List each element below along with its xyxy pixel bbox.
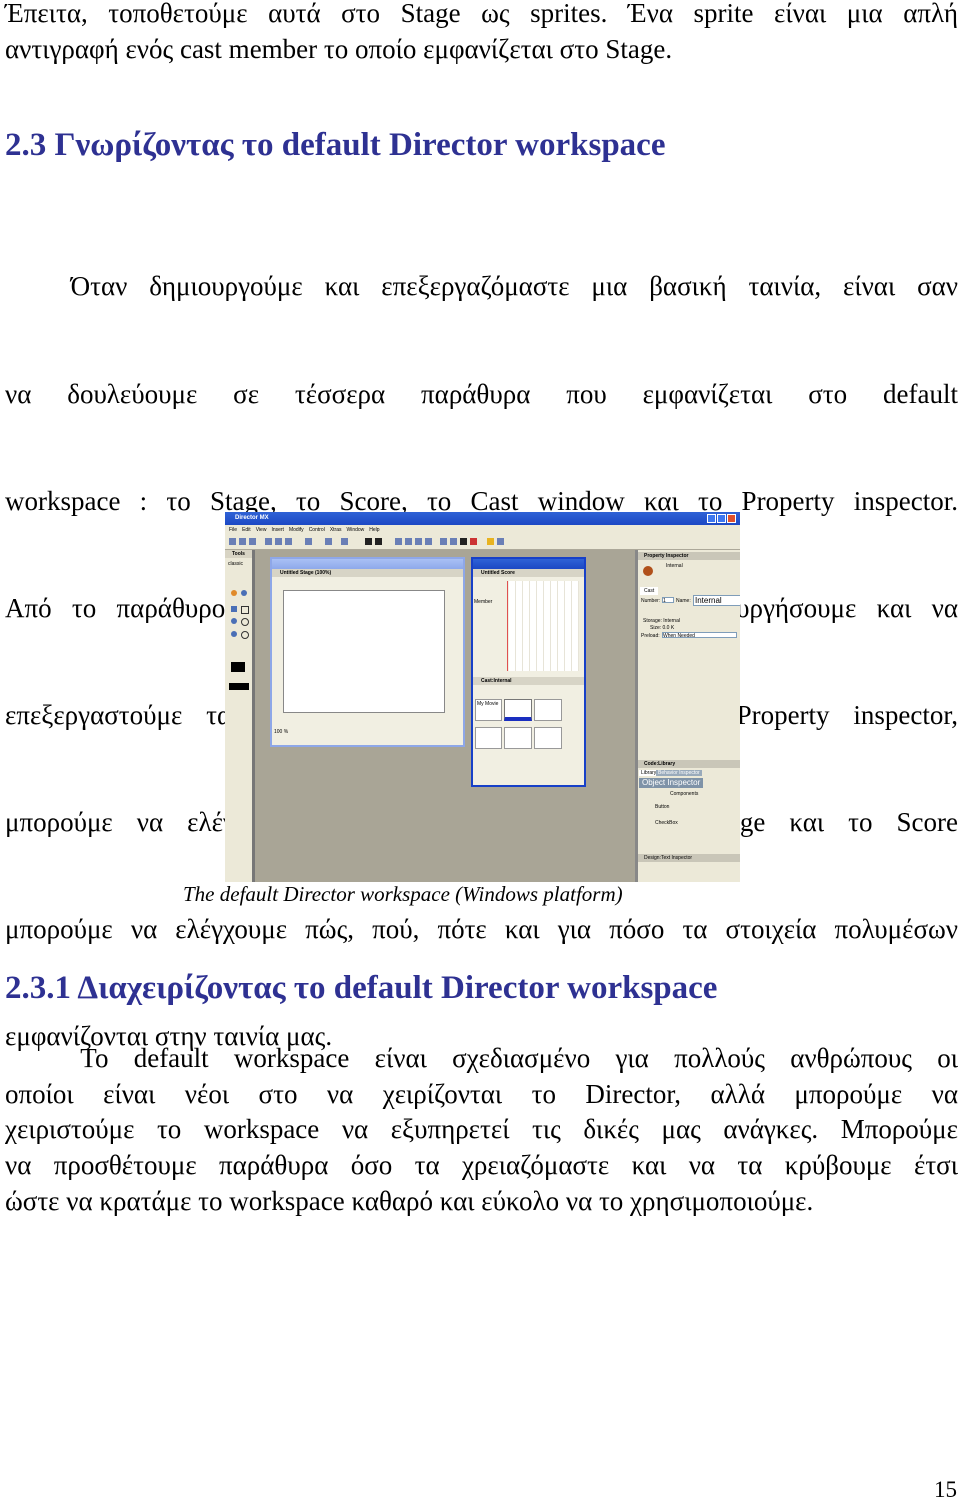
cast-member [534,699,562,721]
library-item: Button [655,804,670,810]
cast-title: Cast:Internal [473,677,584,685]
property-inspector-panel: Property Inspector Internal Cast Number:… [635,550,740,882]
cast-member [475,727,502,749]
code-library-tab: Object Inspector [639,778,704,788]
menu-item: Xtras [329,527,342,533]
text-line: Όταν δημιουργούμε και επεξεργαζόμαστε μι… [5,271,958,302]
text-line: Έπειτα, τοποθετούμε αυτά στο Stage ως sp… [5,0,958,28]
text-line: οποίοι είναι νέοι στο να χειρίζονται το … [5,1078,958,1109]
app-title-bar: Director MX [225,512,740,525]
pi-label: Number: [641,598,661,604]
menu-item: Insert [271,527,284,533]
pi-tab-cast: Cast [640,587,659,595]
toolbar [225,534,740,550]
pi-size: Size: 0.0 K [650,625,675,631]
text-line: ώστε να κρατάμε το workspace καθαρό και … [5,1185,814,1216]
text-line: Το default workspace είναι σχεδιασμένο γ… [5,1043,958,1073]
close-icon [727,514,736,523]
menu-item: Modify [288,527,304,533]
tools-mode: classic [228,561,244,567]
menu-item: Edit [242,527,251,533]
text-line: μπορούμε να ελέγχουμε πώς, πού, πότε και… [5,914,958,945]
app-title: Director MX [235,515,269,521]
text-line: αντιγραφή ενός cast member το οποίο εμφα… [5,33,673,64]
menu-item: Help [369,527,380,533]
window-controls [706,514,738,523]
cast-member [504,699,532,721]
stage-canvas [283,590,445,713]
text-line: χειριστούμε το workspace να εξυπηρετεί τ… [5,1114,958,1145]
cast-member [534,727,562,749]
page-number: 15 [934,1477,957,1502]
tools-title: Tools [225,550,252,558]
menu-item: Window [346,527,365,533]
menu-item: File [229,527,238,533]
stage-window: Untitled Stage (100%) 100 % [270,557,465,747]
pi-subtitle: Internal [666,563,683,569]
library-item: CheckBox [655,820,678,826]
pi-label: Name: [676,598,691,604]
score-channel: Member [474,599,493,605]
cast-member [504,727,532,749]
tools-panel: Tools classic [225,550,255,882]
subsection-paragraph: Το default workspace είναι σχεδιασμένο γ… [5,1041,958,1220]
pi-label: Preload: [641,633,660,639]
code-library-tab: Behavior Inspector [656,770,702,776]
subsection-heading: 2.3.1 Διαχειρίζοντας το default Director… [5,970,718,1006]
score-cast-window: Untitled Score Member Cast:Internal My M… [471,557,586,787]
intro-paragraph: Έπειτα, τοποθετούμε αυτά στο Stage ως sp… [5,0,958,67]
design-panel-title: Design:Text Inspector [638,854,740,862]
cast-member: My Movie [475,699,502,721]
pi-storage: Storage: Internal [643,618,680,624]
score-title: Untitled Score [473,569,584,577]
text-line: να προσθέτουμε παράθυρα όσο τα χρειαζόμα… [5,1150,958,1181]
pi-preload-select: When Needed [662,632,737,639]
menu-bar: File Edit View Insert Modify Control Xtras Wind… [225,525,740,534]
pi-number-field: 1 [662,597,674,604]
figure-caption: The default Director workspace (Windows … [183,882,623,906]
stage-title: Untitled Stage (100%) [272,569,463,577]
code-library-dropdown: Components [670,791,699,797]
pi-name-field: Internal [693,595,740,606]
code-library-title: Code:Library [638,760,740,768]
stage-zoom: 100 % [274,729,289,735]
director-workspace-screenshot: Director MX File Edit View Insert Modify Cont… [225,512,740,882]
text-line: να δουλεύουμε σε τέσσερα παράθυρα που εμ… [5,378,958,409]
menu-item: Control [308,527,325,533]
property-inspector-title: Property Inspector [638,552,740,560]
menu-item: View [255,527,267,533]
section-heading: 2.3 Γνωρίζοντας το default Director work… [5,127,666,163]
